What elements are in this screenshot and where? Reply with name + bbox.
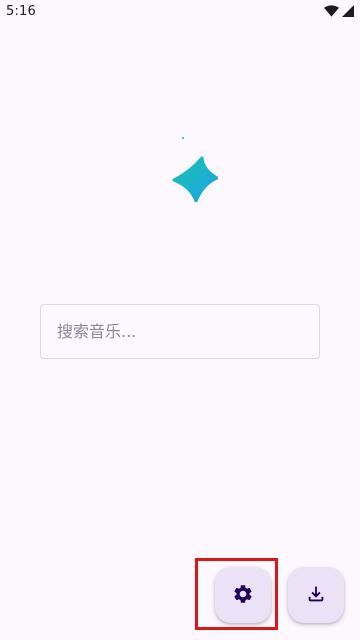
status-icons bbox=[324, 5, 354, 17]
status-time: 5:16 bbox=[6, 4, 36, 19]
search-input[interactable] bbox=[41, 305, 319, 358]
status-bar: 5:16 bbox=[0, 0, 360, 24]
search-field[interactable] bbox=[40, 304, 320, 359]
loading-dot bbox=[182, 137, 184, 139]
gear-icon bbox=[232, 583, 254, 608]
settings-button[interactable] bbox=[215, 567, 271, 623]
sparkle-star-icon bbox=[172, 156, 219, 203]
download-button[interactable] bbox=[288, 567, 344, 623]
cellular-signal-icon bbox=[342, 5, 354, 17]
download-icon bbox=[305, 583, 327, 608]
wifi-icon bbox=[324, 5, 339, 17]
